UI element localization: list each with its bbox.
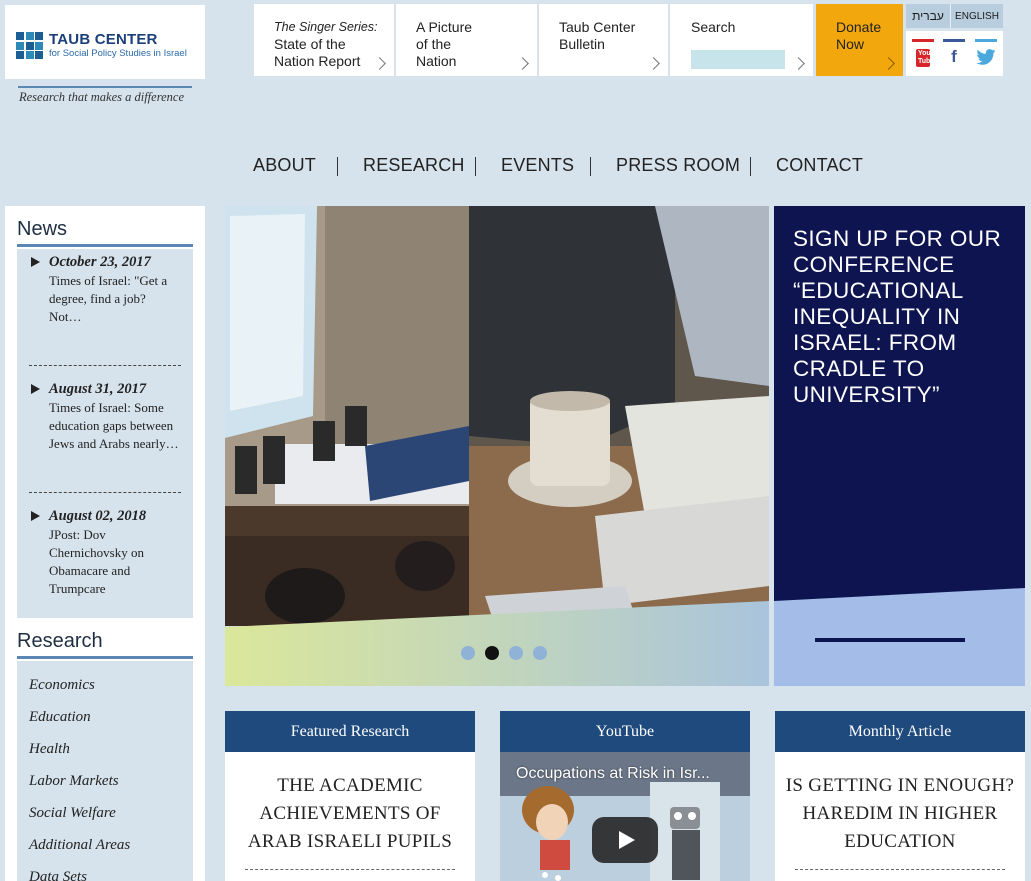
search-submit-chevron-icon[interactable] — [792, 57, 805, 70]
donate-line2: Now — [836, 36, 865, 52]
youtube-card[interactable]: YouTube Occupations at Risk in Isr... — [500, 711, 750, 881]
donate-line1: Donate — [836, 19, 882, 35]
youtube-glyph-top: You — [918, 50, 931, 57]
nav-separator — [337, 157, 338, 176]
language-switcher: עברית ENGLISH — [906, 4, 1003, 28]
singer-series-tile[interactable]: The Singer Series: State of the Nation R… — [254, 4, 394, 76]
hero-photo — [225, 206, 769, 686]
monthly-article-title[interactable]: IS GETTING IN ENOUGH? HAREDIM IN HIGHER … — [775, 752, 1025, 856]
slider-dot-4[interactable] — [533, 646, 547, 660]
featured-research-heading: Featured Research — [225, 711, 475, 752]
slider-dot-1[interactable] — [461, 646, 475, 660]
research-link-education[interactable]: Education — [29, 709, 91, 726]
youtube-video-thumbnail[interactable]: Occupations at Risk in Isr... — [500, 752, 750, 881]
news-divider — [29, 492, 181, 493]
chevron-right-icon — [647, 57, 660, 70]
hero-slider[interactable] — [225, 206, 769, 686]
nav-separator — [475, 157, 476, 176]
monthly-article-heading: Monthly Article — [775, 711, 1025, 752]
news-item[interactable]: October 23, 2017 Times of Israel: "Get a… — [31, 254, 181, 326]
youtube-heading: YouTube — [500, 711, 750, 752]
search-label: Search — [691, 19, 736, 35]
bulletin-line2: Bulletin — [559, 36, 605, 52]
chevron-right-icon — [882, 57, 895, 70]
news-item[interactable]: August 02, 2018 JPost: Dov Chernichovsky… — [31, 508, 181, 598]
donate-button[interactable]: Donate Now — [816, 4, 903, 76]
research-link-labor-markets[interactable]: Labor Markets — [29, 773, 119, 790]
triangle-bullet-icon — [31, 257, 40, 267]
sidebar: News October 23, 2017 Times of Israel: "… — [5, 206, 205, 881]
picture-of-nation-tile[interactable]: A Picture of the Nation — [396, 4, 537, 76]
youtube-icon[interactable]: You Tube — [912, 39, 934, 68]
language-english-link[interactable]: ENGLISH — [951, 4, 1003, 28]
youtube-glyph-bottom: Tube — [918, 58, 935, 65]
twitter-bird-icon — [976, 49, 996, 65]
nav-research[interactable]: RESEARCH — [363, 155, 465, 176]
nav-separator — [750, 157, 751, 176]
facebook-glyph: f — [951, 47, 957, 66]
bulletin-tile[interactable]: Taub Center Bulletin — [539, 4, 668, 76]
news-text: Times of Israel: Some education gaps bet… — [49, 400, 179, 451]
social-links: You Tube f — [906, 31, 1003, 76]
news-date: August 02, 2018 — [49, 508, 147, 524]
research-heading: Research — [17, 630, 103, 652]
research-link-health[interactable]: Health — [29, 741, 70, 758]
research-link-data-sets[interactable]: Data Sets — [29, 869, 87, 881]
picture-line1: A Picture — [416, 19, 473, 35]
news-list: October 23, 2017 Times of Israel: "Get a… — [17, 249, 193, 618]
search-tile: Search — [670, 4, 813, 76]
nav-events[interactable]: EVENTS — [501, 155, 574, 176]
monthly-article-card[interactable]: Monthly Article IS GETTING IN ENOUGH? HA… — [775, 711, 1025, 881]
facebook-icon[interactable]: f — [943, 39, 965, 67]
research-heading-rule — [17, 656, 193, 659]
card-divider — [245, 869, 455, 870]
twitter-icon[interactable] — [975, 39, 997, 70]
news-item[interactable]: August 31, 2017 Times of Israel: Some ed… — [31, 381, 181, 453]
nav-separator — [590, 157, 591, 176]
tagline-divider — [18, 86, 192, 88]
language-hebrew-link[interactable]: עברית — [906, 4, 951, 28]
main-nav: ABOUT RESEARCH EVENTS PRESS ROOM CONTACT — [0, 155, 1031, 179]
research-link-additional-areas[interactable]: Additional Areas — [29, 837, 130, 854]
research-link-social-welfare[interactable]: Social Welfare — [29, 805, 116, 822]
featured-research-title[interactable]: THE ACADEMIC ACHIEVEMENTS OF ARAB ISRAEL… — [225, 752, 475, 856]
nav-press-room[interactable]: PRESS ROOM — [616, 155, 740, 176]
triangle-bullet-icon — [31, 511, 40, 521]
promo-underline — [815, 638, 965, 642]
nav-about[interactable]: ABOUT — [253, 155, 316, 176]
news-heading: News — [17, 218, 68, 240]
logo[interactable]: TAUB CENTER for Social Policy Studies in… — [5, 5, 205, 79]
search-input[interactable] — [691, 50, 785, 69]
nav-contact[interactable]: CONTACT — [776, 155, 863, 176]
research-list: Economics Education Health Labor Markets… — [17, 661, 193, 881]
triangle-bullet-icon — [31, 384, 40, 394]
logo-subtitle: for Social Policy Studies in Israel — [49, 48, 187, 59]
featured-research-card[interactable]: Featured Research THE ACADEMIC ACHIEVEME… — [225, 711, 475, 881]
singer-series-line1: State of the — [274, 36, 346, 52]
research-link-economics[interactable]: Economics — [29, 677, 95, 694]
logo-mark-icon — [16, 32, 43, 59]
news-heading-rule — [17, 244, 193, 247]
bulletin-line1: Taub Center — [559, 19, 636, 35]
singer-series-label: The Singer Series: — [274, 20, 378, 34]
news-date: August 31, 2017 — [49, 381, 147, 397]
logo-title: TAUB CENTER — [49, 31, 158, 48]
news-date: October 23, 2017 — [49, 254, 151, 270]
tagline: Research that makes a difference — [19, 90, 184, 104]
card-divider — [795, 869, 1005, 870]
news-text: JPost: Dov Chernichovsky on Obamacare an… — [49, 527, 144, 596]
conference-signup-banner[interactable]: SIGN UP FOR OUR CONFERENCE “EDUCATIONAL … — [774, 206, 1025, 686]
picture-line2: of the — [416, 36, 452, 52]
promo-text: SIGN UP FOR OUR CONFERENCE “EDUCATIONAL … — [793, 226, 1002, 407]
news-divider — [29, 365, 181, 366]
slider-dot-3[interactable] — [509, 646, 523, 660]
slider-dot-2[interactable] — [485, 646, 499, 660]
slider-dots — [461, 646, 557, 660]
news-text: Times of Israel: "Get a degree, find a j… — [49, 273, 168, 324]
youtube-video-title: Occupations at Risk in Isr... — [516, 765, 710, 782]
play-button-icon[interactable] — [592, 817, 658, 863]
